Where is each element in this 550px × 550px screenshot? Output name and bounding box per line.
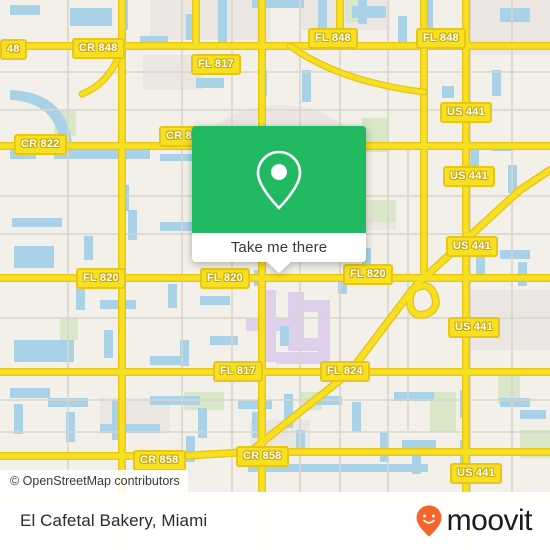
road-shield-label: FL 820 <box>200 268 250 289</box>
road-shield-label: FL 817 <box>213 361 263 382</box>
map-canvas[interactable]: 48 CR 848 FL 817 FL 848 FL 848 US 441 CR… <box>0 0 550 550</box>
road-shield-label: CR 858 <box>236 446 289 467</box>
road-shield-label: FL 820 <box>343 264 393 285</box>
moovit-smiling-pin-icon <box>416 505 442 537</box>
place-title: El Cafetal Bakery, Miami <box>20 511 208 530</box>
moovit-wordmark: moovit <box>446 504 533 537</box>
popup-icon-area <box>192 126 366 233</box>
road-shield-label: CR 822 <box>14 134 67 155</box>
map-attribution: © OpenStreetMap contributors <box>0 470 188 492</box>
road-shield-label: FL 817 <box>191 54 241 75</box>
road-shield-label: US 441 <box>450 463 502 484</box>
location-pin-icon <box>256 150 302 210</box>
road-shield-label: FL 824 <box>320 361 370 382</box>
take-me-there-label: Take me there <box>230 239 328 256</box>
take-me-there-popup[interactable]: Take me there <box>192 126 366 273</box>
road-shield-label: FL 848 <box>308 28 358 49</box>
popup-action-bar[interactable]: Take me there <box>192 233 366 273</box>
road-shield-label: FL 848 <box>416 28 466 49</box>
road-shield-label: US 441 <box>448 317 500 338</box>
road-shield-label: FL 820 <box>76 268 126 289</box>
moovit-logo: moovit <box>414 504 533 538</box>
bottom-bar: El Cafetal Bakery, Miami moovit <box>0 492 550 550</box>
popup-pointer-tail <box>267 262 291 273</box>
road-shield-label: CR 848 <box>72 38 125 59</box>
road-shield-label: US 441 <box>446 236 498 257</box>
road-shield-label: CR 858 <box>133 450 186 471</box>
road-shield-label: US 441 <box>443 166 495 187</box>
road-shield-label: US 441 <box>440 102 492 123</box>
road-shield-label: 48 <box>0 39 27 60</box>
map-screen: 48 CR 848 FL 817 FL 848 FL 848 US 441 CR… <box>0 0 550 550</box>
